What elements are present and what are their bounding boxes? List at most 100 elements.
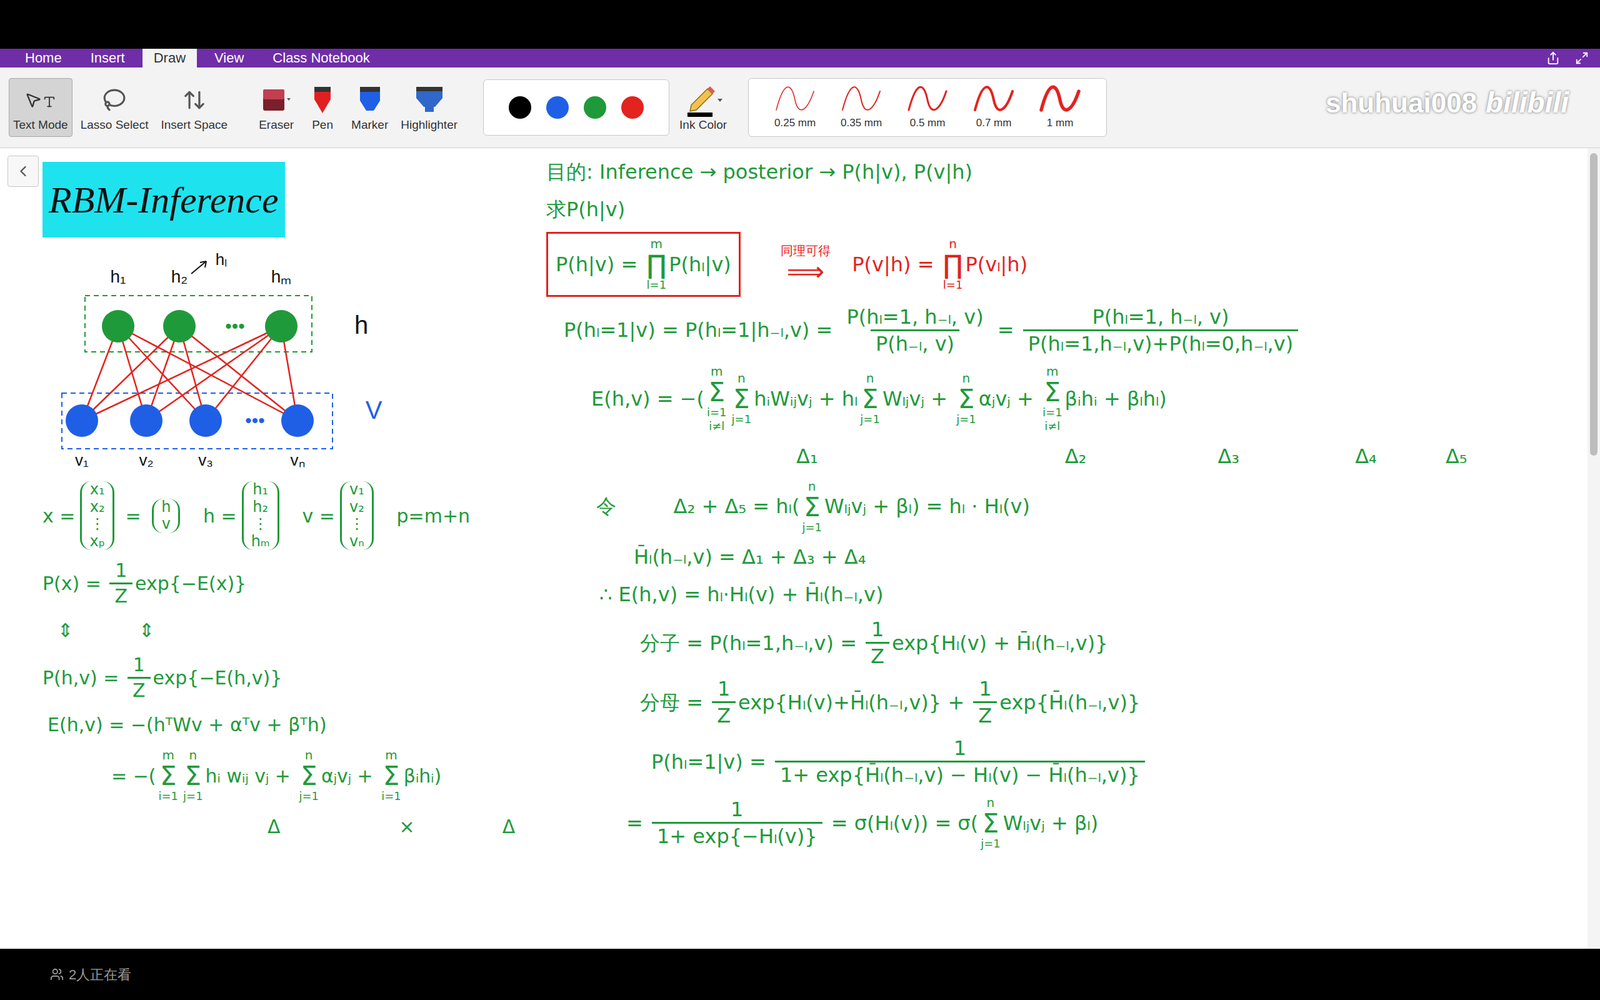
- operator-bottom: j=1: [801, 520, 822, 535]
- back-button[interactable]: [7, 155, 39, 187]
- math-text: = −(: [111, 761, 157, 790]
- ribbon-tab[interactable]: View: [203, 48, 255, 68]
- term-label: Δ₃: [1217, 441, 1240, 472]
- tool-button[interactable]: Insert Space: [156, 78, 232, 137]
- math-text: exp{−E(x)}: [135, 569, 247, 598]
- operator-top: m: [1046, 363, 1059, 380]
- stroke-icon: [905, 85, 950, 117]
- numerator: 1: [866, 616, 889, 642]
- math-fraction: 1Z: [711, 676, 736, 729]
- note-line: P(hₗ=1|v) = 11+ exp{H̄ₗ(h₋ₗ,v) − Hₗ(v) −…: [651, 735, 1588, 788]
- thickness-option[interactable]: 0.7 mm: [963, 85, 1024, 130]
- operator-symbol: Σ: [803, 494, 821, 521]
- numerator: P(hₗ=1, h₋ₗ, v): [1086, 304, 1234, 330]
- thickness-option[interactable]: 0.35 mm: [831, 85, 892, 130]
- denominator: P(h₋ₗ, v): [870, 329, 960, 357]
- tool-button[interactable]: Eraser: [254, 78, 299, 137]
- math-text: 分母 =: [640, 687, 710, 718]
- math-operator: mΣi=1: [381, 747, 402, 804]
- math-text: E(h,v) = −(: [591, 383, 705, 414]
- denominator: 1+ exp{−Hₗ(v)}: [651, 821, 823, 849]
- math-text: Wₗⱼvⱼ +: [882, 383, 954, 414]
- tool-button[interactable]: Pen: [301, 78, 344, 137]
- note-line: 分母 = 1Zexp{Hₗ(v)+H̄ₗ(h₋ₗ,v)} + 1Zexp{H̄ₗ…: [640, 676, 1588, 729]
- svg-text:v₂: v₂: [138, 450, 154, 470]
- svg-text:vₙ: vₙ: [290, 450, 305, 470]
- tab-bar: HomeInsertDraw View Class Notebook: [0, 48, 1600, 68]
- tool-button[interactable]: Text Mode: [8, 78, 73, 137]
- operator-top: m: [650, 236, 663, 252]
- math-operator: nΣj=1: [801, 478, 822, 535]
- share-icon[interactable]: [1546, 51, 1560, 65]
- formula-group: = 11+ exp{−Hₗ(v)} = σ(Hₗ(v)) = σ(nΣj=1Wₗ…: [626, 795, 1099, 852]
- math-text: 目的: Inference → posterior → P(h|v), P(v|…: [546, 156, 973, 187]
- tab-list: HomeInsertDraw View Class Notebook: [13, 48, 1547, 68]
- math-text: p=m+n: [378, 501, 470, 530]
- note-line: 令 Δ₂ + Δ₅ = hₗ(nΣj=1Wₗⱼvⱼ + βₗ) = hₗ · H…: [596, 478, 1588, 535]
- term-labels: Δ×Δ: [42, 812, 515, 841]
- scrollbar-thumb[interactable]: [1590, 153, 1598, 456]
- color-swatch[interactable]: [546, 96, 569, 119]
- operator-bottom: j=1: [980, 836, 1001, 852]
- operator-symbol: Σ: [982, 810, 1000, 837]
- stroke-icon: [1037, 85, 1083, 117]
- math-fraction: P(hₗ=1, h₋ₗ, v)P(hₗ=1,h₋ₗ,v)+P(hₗ=0,h₋ₗ,…: [1023, 304, 1299, 357]
- formula-group: ⇕ ⇕: [57, 616, 155, 645]
- insert-space-icon: [182, 88, 207, 112]
- thickness-label: 0.5 mm: [910, 116, 946, 130]
- ribbon-tab[interactable]: Draw: [142, 48, 197, 68]
- ribbon-tab[interactable]: Home: [13, 48, 74, 68]
- expand-icon[interactable]: [1575, 51, 1589, 65]
- thickness-option[interactable]: 0.25 mm: [765, 85, 825, 130]
- color-swatch[interactable]: [508, 96, 532, 119]
- tool-button[interactable]: Lasso Select: [76, 78, 154, 137]
- term-label: Δ₅: [1445, 441, 1468, 472]
- numerator: 1: [973, 676, 997, 702]
- operator-top: m: [710, 363, 723, 380]
- svg-text:v₃: v₃: [198, 450, 214, 470]
- vector-entry: v₂: [349, 498, 365, 517]
- math-text: hᵢ wᵢⱼ vⱼ +: [205, 761, 297, 790]
- operator-symbol: Σ: [160, 763, 177, 790]
- math-operator: mΣi=1i≠l: [1042, 363, 1063, 434]
- math-operator: nΣj=1: [298, 747, 319, 804]
- color-swatch[interactable]: [621, 96, 644, 119]
- math-text: =: [626, 808, 650, 839]
- operator-bottom: i=1: [1042, 405, 1063, 420]
- math-text: ⇕ ⇕: [57, 616, 155, 645]
- thickness-option[interactable]: 1 mm: [1030, 85, 1090, 130]
- vector-entry: v: [161, 515, 171, 534]
- svg-text:•••: •••: [245, 410, 265, 431]
- watermark-brand: bilibili: [1485, 81, 1569, 125]
- vector-entry: v₁: [349, 481, 365, 499]
- formula-group: 同理可得⟹ P(v|h) = n∏l=1P(vₗ|h): [778, 236, 1028, 293]
- formula-group: P(x) = 1Zexp{−E(x)}: [42, 558, 247, 608]
- thickness-option[interactable]: 0.5 mm: [897, 85, 958, 130]
- operator-top: m: [162, 747, 175, 764]
- formula-group: Δ₁Δ₂Δ₃Δ₄Δ₅: [546, 441, 1468, 472]
- math-text: exp{H̄ₗ(h₋ₗ,v)}: [999, 687, 1140, 718]
- back-column: [0, 148, 43, 949]
- formula-group: E(h,v) = −(mΣi=1i≠lnΣj=1hᵢWᵢⱼvⱼ + hₗnΣj=…: [591, 363, 1167, 434]
- math-operator: nΣj=1: [183, 747, 204, 804]
- note-line: x =x₁x₂⋮xₚ = hv h =h₁h₂⋮hₘ v =v₁v₂⋮vₙ p=…: [42, 481, 543, 550]
- math-text: P(x) =: [42, 569, 107, 598]
- note-line: ⇕ ⇕: [57, 616, 543, 645]
- operator-top: m: [385, 747, 397, 764]
- math-vector: v₁v₂⋮vₙ: [340, 481, 374, 550]
- eraser-icon: [260, 85, 292, 115]
- vector-entry: xₚ: [89, 533, 105, 551]
- note-line: E(h,v) = −(mΣi=1i≠lnΣj=1hᵢWᵢⱼvⱼ + hₗnΣj=…: [591, 363, 1588, 434]
- vertical-scrollbar[interactable]: [1587, 148, 1600, 949]
- tool-button[interactable]: Marker: [346, 78, 393, 137]
- ribbon-tab[interactable]: Insert: [79, 48, 137, 68]
- ribbon-tab[interactable]: Class Notebook: [261, 48, 381, 68]
- color-swatch[interactable]: [583, 96, 607, 119]
- tool-button[interactable]: Highlighter: [396, 78, 462, 137]
- lasso-icon: [102, 88, 127, 112]
- stroke-icon: [838, 85, 884, 117]
- watermark-user: shuhuai008: [1325, 82, 1477, 124]
- vector-entry: ⋮: [253, 515, 269, 534]
- ink-color-button[interactable]: Ink Color: [675, 78, 731, 137]
- operator-symbol: ∏: [943, 251, 964, 279]
